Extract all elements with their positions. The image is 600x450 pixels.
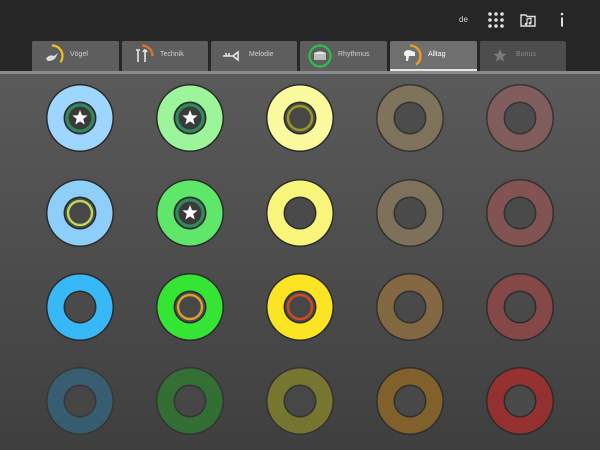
tab-label: Alltag — [428, 51, 446, 58]
sound-ring-3-3[interactable] — [265, 272, 335, 342]
sound-ring-1-4[interactable] — [45, 366, 115, 436]
grid-icon[interactable] — [486, 10, 506, 30]
sound-board — [0, 74, 600, 450]
tab-rhythmus[interactable]: Rhythmus — [300, 41, 387, 71]
tab-melodie[interactable]: Melodie — [211, 41, 297, 71]
progress-arc — [130, 44, 154, 68]
sound-ring-4-1[interactable] — [375, 83, 445, 153]
sound-ring-5-4[interactable] — [485, 366, 555, 436]
star-icon — [493, 49, 507, 62]
music-folder-icon[interactable] — [518, 10, 538, 30]
tab-label: Technik — [160, 51, 184, 58]
inner-ring-marker — [286, 104, 314, 132]
category-tabs: Vögel Technik Melodie Rhythmus Alltag Bo… — [0, 41, 600, 71]
sound-ring-5-1[interactable] — [485, 83, 555, 153]
sound-ring-5-2[interactable] — [485, 178, 555, 248]
sound-ring-3-2[interactable] — [265, 178, 335, 248]
tools-icon — [130, 44, 154, 68]
sound-ring-1-3[interactable] — [45, 272, 115, 342]
inner-ring-marker — [176, 293, 204, 321]
sound-ring-1-1[interactable] — [45, 83, 115, 153]
sound-ring-2-2[interactable] — [155, 178, 225, 248]
tab-label: Bonus — [516, 51, 536, 58]
tab-technik[interactable]: Technik — [122, 41, 208, 71]
tab-bonus[interactable]: Bonus — [480, 41, 566, 71]
sound-ring-3-1[interactable] — [265, 83, 335, 153]
sound-ring-5-3[interactable] — [485, 272, 555, 342]
sound-ring-4-2[interactable] — [375, 178, 445, 248]
tab-voegel[interactable]: Vögel — [32, 41, 119, 71]
drum-icon — [308, 44, 332, 68]
sound-ring-2-3[interactable] — [155, 272, 225, 342]
sound-ring-4-4[interactable] — [375, 366, 445, 436]
sound-ring-3-4[interactable] — [265, 366, 335, 436]
info-icon[interactable] — [552, 10, 572, 30]
tab-label: Vögel — [70, 51, 88, 58]
inner-ring-marker — [286, 293, 314, 321]
inner-ring-marker — [66, 199, 94, 227]
language-switch[interactable]: de — [459, 15, 468, 24]
sound-ring-1-2[interactable] — [45, 178, 115, 248]
sound-ring-4-3[interactable] — [375, 272, 445, 342]
sound-ring-2-1[interactable] — [155, 83, 225, 153]
tab-alltag[interactable]: Alltag — [390, 41, 477, 71]
tab-label: Melodie — [249, 51, 274, 58]
sound-ring-2-4[interactable] — [155, 366, 225, 436]
tab-label: Rhythmus — [338, 51, 370, 58]
bird-icon — [40, 44, 64, 68]
hairdryer-icon — [398, 44, 422, 68]
trumpet-icon — [223, 50, 239, 62]
